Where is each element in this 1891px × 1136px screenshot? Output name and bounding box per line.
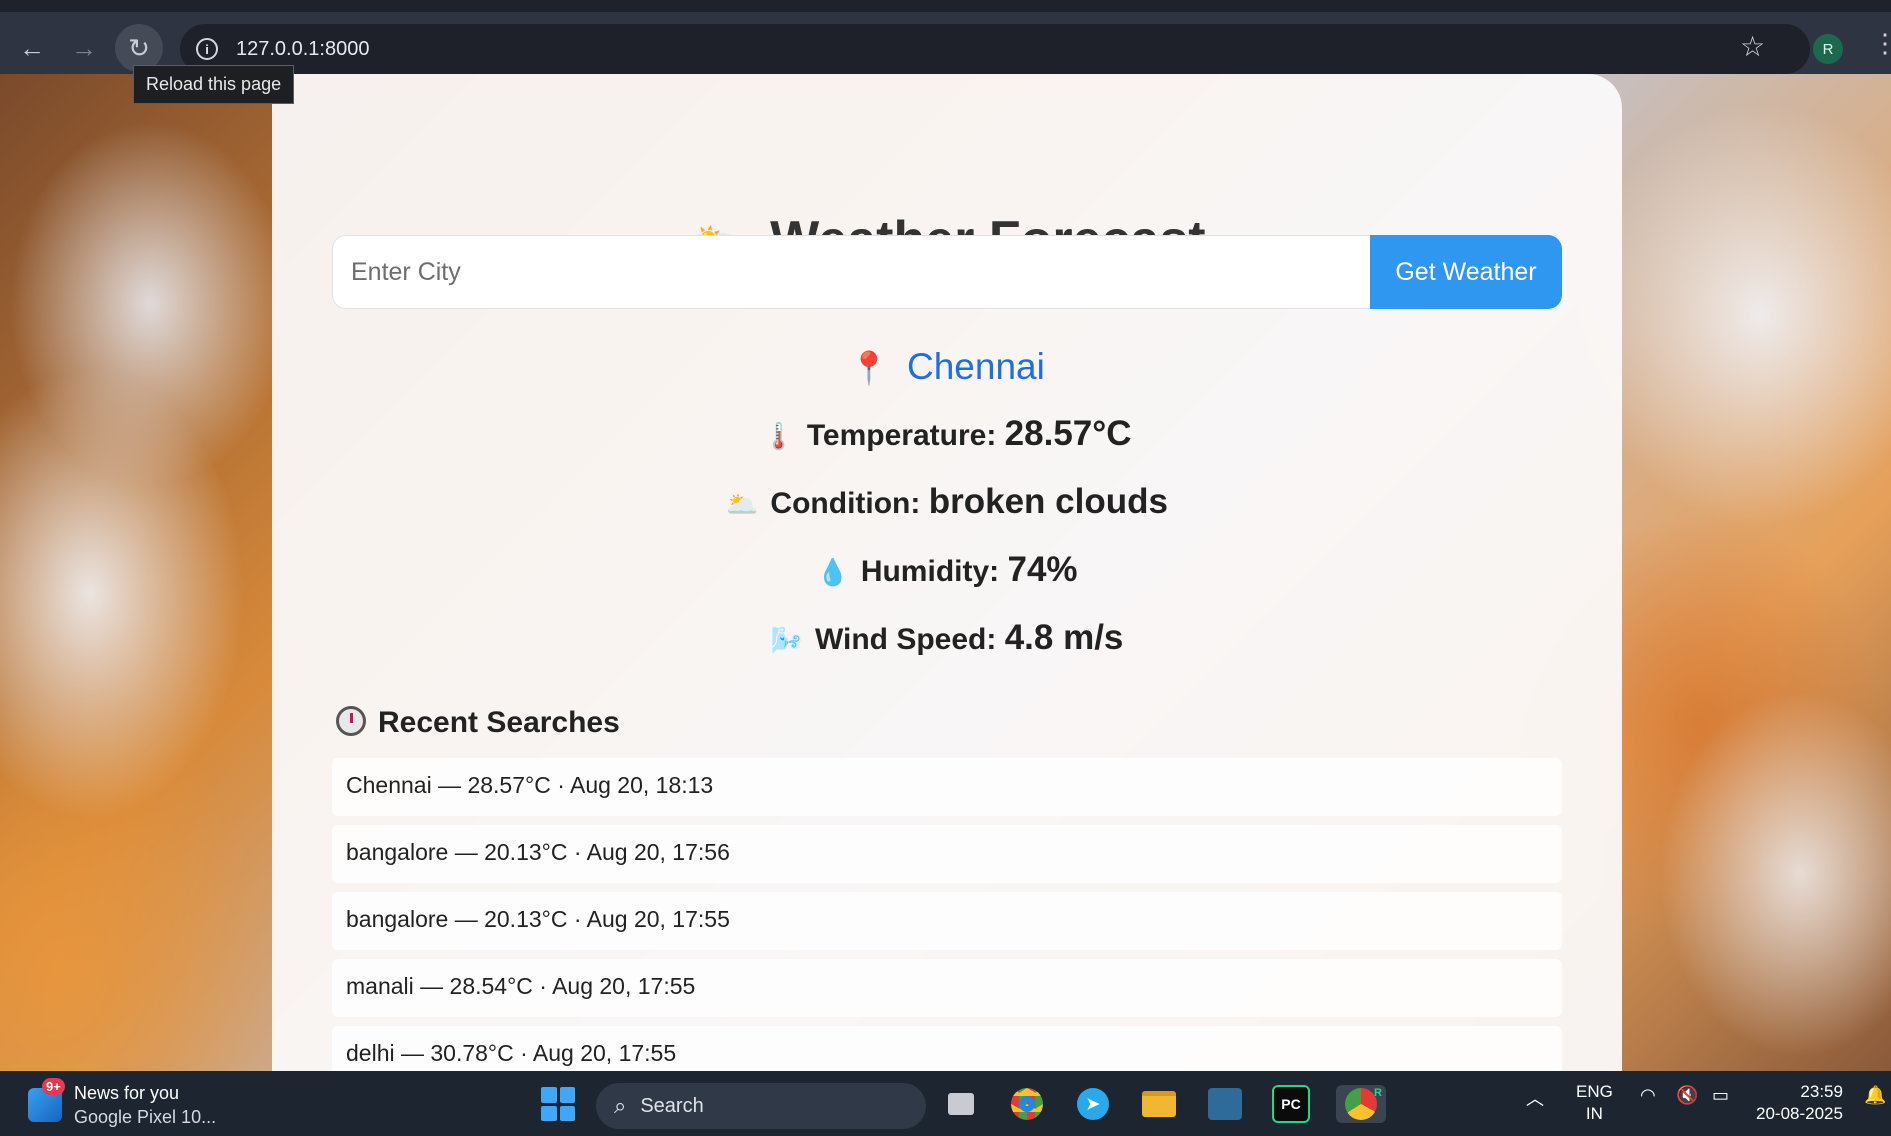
system-clock[interactable]: 23:59 20-08-2025 xyxy=(1756,1081,1843,1125)
chrome-profile-icon[interactable]: R xyxy=(1336,1085,1386,1123)
system-date: 20-08-2025 xyxy=(1756,1104,1843,1123)
news-icon: 9+ xyxy=(28,1078,65,1122)
temperature-value: 28.57°C xyxy=(1004,414,1132,453)
news-badge: 9+ xyxy=(42,1078,65,1095)
taskbar: 9+ News for you Google Pixel 10... ⌕ Sea… xyxy=(0,1071,1891,1136)
wind-label: Wind Speed: xyxy=(814,623,997,656)
browser-toolbar: ← → ↻ i 127.0.0.1:8000 ☆ R ⋮ xyxy=(0,0,1891,74)
mysql-workbench-icon[interactable] xyxy=(1206,1085,1244,1123)
news-subtitle: Google Pixel 10... xyxy=(74,1107,217,1127)
list-item[interactable]: bangalore — 20.13°C · Aug 20, 17:56 xyxy=(332,825,1562,883)
recent-searches-list: Chennai — 28.57°C · Aug 20, 18:13 bangal… xyxy=(332,758,1562,1093)
file-explorer-icon[interactable] xyxy=(1140,1085,1178,1123)
clock-icon xyxy=(336,706,366,736)
chrome-icon[interactable] xyxy=(1008,1085,1046,1123)
condition-label: Condition: xyxy=(770,487,921,520)
search-icon: ⌕ xyxy=(614,1093,627,1118)
recent-searches-heading: Recent Searches xyxy=(336,706,620,740)
system-time: 23:59 xyxy=(1800,1082,1843,1101)
list-item[interactable]: Chennai — 28.57°C · Aug 20, 18:13 xyxy=(332,758,1562,816)
search-row: Get Weather xyxy=(332,235,1562,309)
windows-start-icon[interactable] xyxy=(541,1087,575,1121)
task-view-icon[interactable] xyxy=(942,1085,980,1123)
temperature-row: 🌡️ Temperature: 28.57°C xyxy=(272,414,1622,454)
weather-card: 🌥️Weather Forecast Get Weather 📍Chennai … xyxy=(272,74,1622,1084)
wind-icon: 🌬️ xyxy=(770,625,803,655)
language-line-1: ENG xyxy=(1576,1082,1613,1101)
condition-row: 🌥️ Condition: broken clouds xyxy=(272,482,1622,522)
volume-muted-icon[interactable]: 🔇 xyxy=(1676,1085,1698,1106)
city-name: Chennai xyxy=(907,346,1045,387)
humidity-row: 💧 Humidity: 74% xyxy=(272,550,1622,590)
recent-heading-text: Recent Searches xyxy=(378,706,620,739)
list-item[interactable]: bangalore — 20.13°C · Aug 20, 17:55 xyxy=(332,892,1562,950)
address-bar[interactable]: i 127.0.0.1:8000 xyxy=(180,24,1810,74)
forward-arrow-icon[interactable]: → xyxy=(60,24,108,72)
chrome-profile-badge: R xyxy=(1374,1087,1382,1099)
temperature-label: Temperature: xyxy=(806,419,997,452)
wifi-icon[interactable]: ◠ xyxy=(1640,1085,1656,1106)
more-menu-icon[interactable]: ⋮ xyxy=(1872,30,1891,56)
chevron-up-icon[interactable]: ︿ xyxy=(1526,1085,1544,1111)
humidity-value: 74% xyxy=(1007,550,1078,589)
notification-bell-icon[interactable]: 🔔 xyxy=(1864,1085,1886,1106)
url-text: 127.0.0.1:8000 xyxy=(236,37,370,60)
news-widget[interactable]: 9+ News for you Google Pixel 10... xyxy=(28,1078,217,1129)
pycharm-label: PC xyxy=(1281,1096,1301,1112)
info-icon[interactable]: i xyxy=(196,38,218,60)
telegram-icon[interactable]: ➤ xyxy=(1074,1085,1112,1123)
list-item[interactable]: manali — 28.54°C · Aug 20, 17:55 xyxy=(332,959,1562,1017)
taskbar-search[interactable]: ⌕ Search xyxy=(596,1083,926,1129)
city-input[interactable] xyxy=(332,235,1370,309)
wind-row: 🌬️ Wind Speed: 4.8 m/s xyxy=(272,618,1622,658)
current-city: 📍 Chennai xyxy=(272,346,1622,388)
battery-icon[interactable]: ▭ xyxy=(1712,1085,1729,1106)
bookmark-star-icon[interactable]: ☆ xyxy=(1740,30,1765,63)
back-arrow-icon[interactable]: ← xyxy=(8,24,56,72)
humidity-label: Humidity: xyxy=(860,555,1000,588)
condition-value: broken clouds xyxy=(928,482,1168,521)
language-line-2: IN xyxy=(1585,1104,1603,1123)
thermometer-icon: 🌡️ xyxy=(762,421,795,451)
cloud-icon: 🌥️ xyxy=(726,489,759,519)
taskbar-search-label: Search xyxy=(640,1094,704,1117)
wind-value: 4.8 m/s xyxy=(1004,618,1124,657)
location-pin-icon: 📍 xyxy=(849,350,889,386)
language-indicator[interactable]: ENG IN xyxy=(1576,1081,1613,1125)
pycharm-icon[interactable]: PC xyxy=(1272,1085,1310,1123)
reload-tooltip: Reload this page xyxy=(133,65,295,104)
get-weather-button[interactable]: Get Weather xyxy=(1370,235,1562,309)
profile-avatar[interactable]: R xyxy=(1813,34,1843,64)
droplet-icon: 💧 xyxy=(816,557,849,587)
news-title: News for you xyxy=(74,1083,180,1103)
